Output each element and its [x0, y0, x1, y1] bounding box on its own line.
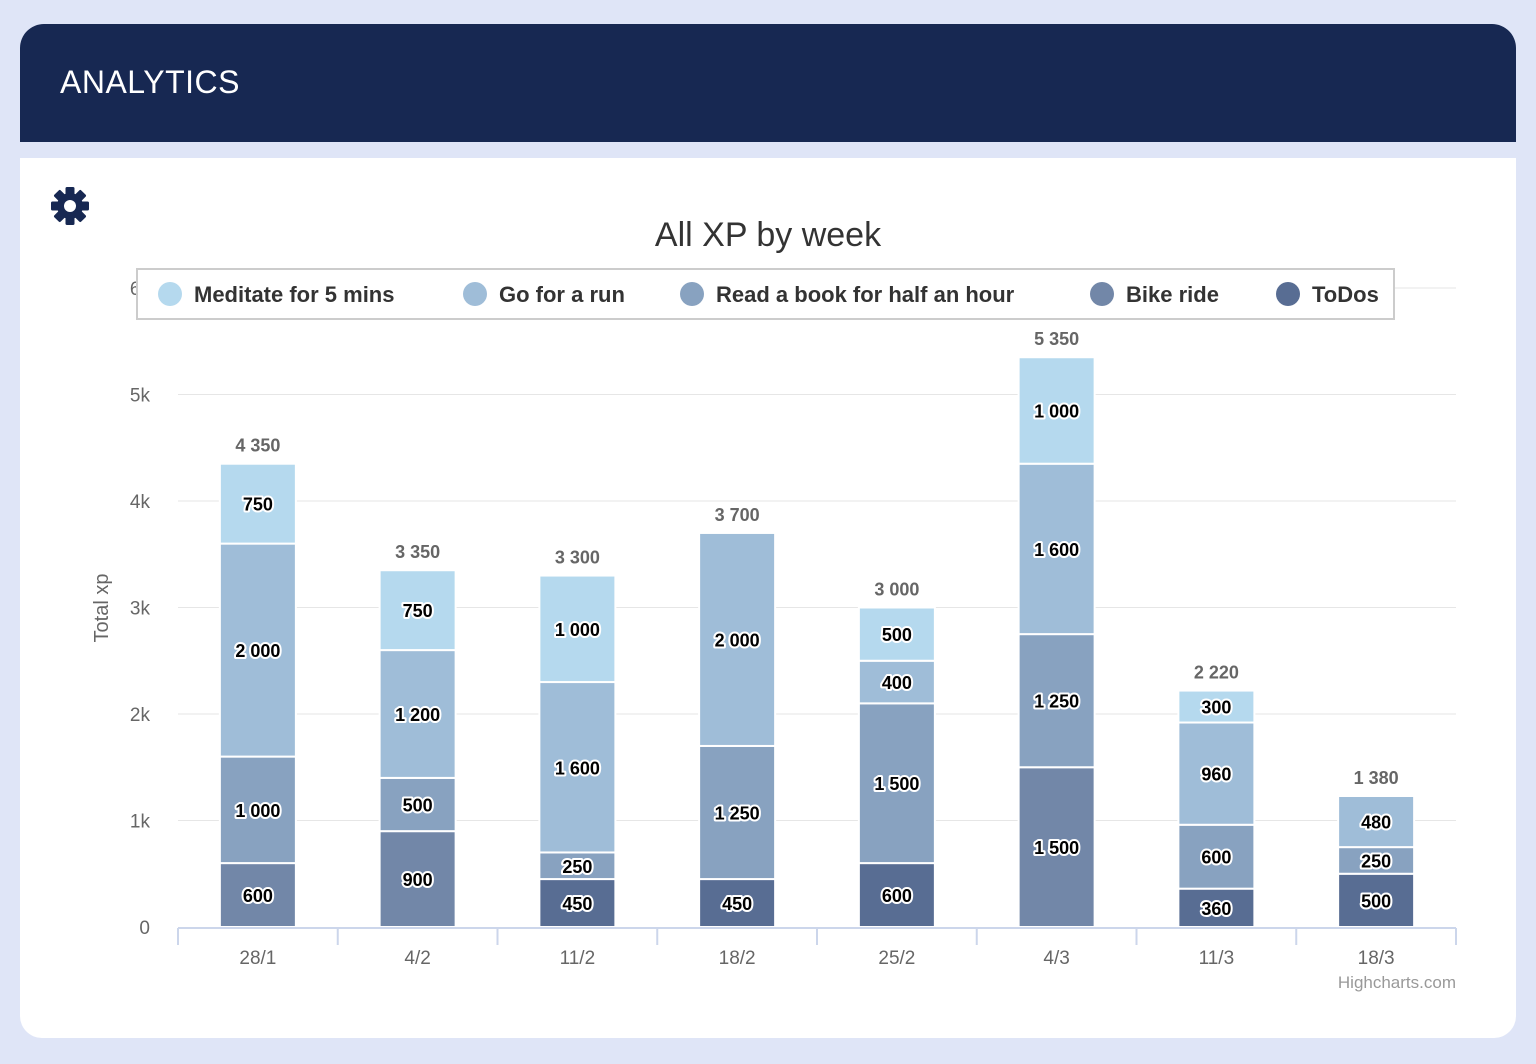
- y-tick-label: 3k: [130, 599, 151, 620]
- data-label: 1 600: [1034, 540, 1079, 560]
- stack-total-label: 3 350: [395, 542, 440, 562]
- y-tick-label: 2k: [130, 705, 151, 726]
- data-label: 600: [882, 886, 912, 906]
- stacked-bar-chart: All XP by week 01k2k3k4k5k6k 6001 0002 0…: [91, 216, 1457, 992]
- stack-total-label: 2 220: [1194, 663, 1239, 683]
- legend-label: Meditate for 5 mins: [194, 282, 394, 307]
- y-tick-label: 4k: [130, 492, 151, 513]
- data-label: 500: [882, 625, 912, 645]
- data-label: 450: [562, 894, 592, 914]
- data-label: 750: [403, 601, 433, 621]
- data-label: 1 250: [715, 804, 760, 824]
- x-tick-label: 18/2: [719, 948, 756, 969]
- y-tick-label: 5k: [130, 386, 151, 407]
- legend-item[interactable]: Bike ride: [1090, 282, 1219, 307]
- legend-label: Read a book for half an hour: [716, 282, 1015, 307]
- data-label: 1 250: [1034, 692, 1079, 712]
- legend-item[interactable]: Read a book for half an hour: [680, 282, 1015, 307]
- highcharts-credit[interactable]: Highcharts.com: [1338, 973, 1456, 992]
- data-label: 600: [1201, 848, 1231, 868]
- y-tick-label: 1k: [130, 812, 151, 833]
- stack-total-label: 4 350: [235, 436, 280, 456]
- data-label: 750: [243, 495, 273, 515]
- data-label: 400: [882, 673, 912, 693]
- data-label: 1 600: [555, 758, 600, 778]
- data-label: 1 200: [395, 705, 440, 725]
- x-tick-label: 28/1: [239, 948, 276, 969]
- stack-total-label: 3 700: [715, 505, 760, 525]
- chart-title: All XP by week: [655, 216, 882, 254]
- x-tick-label: 11/3: [1199, 948, 1235, 969]
- stack-total-label: 5 350: [1034, 329, 1079, 349]
- data-label: 900: [403, 870, 433, 890]
- stack-total-label: 1 380: [1354, 768, 1399, 788]
- data-label: 500: [1361, 891, 1391, 911]
- data-label: 1 500: [874, 774, 919, 794]
- data-label: 2 000: [715, 630, 760, 650]
- data-label: 600: [243, 886, 273, 906]
- data-label: 1 000: [1034, 401, 1079, 421]
- stack-total-label: 3 300: [555, 548, 600, 568]
- legend-label: Go for a run: [499, 282, 625, 307]
- legend-marker: [158, 282, 182, 306]
- x-tick-label: 25/2: [878, 948, 915, 969]
- data-label: 1 500: [1034, 838, 1079, 858]
- chart-card: All XP by week 01k2k3k4k5k6k 6001 0002 0…: [20, 158, 1516, 1038]
- data-label: 450: [722, 894, 752, 914]
- legend-marker: [1276, 282, 1300, 306]
- x-tick-label: 18/3: [1358, 948, 1395, 969]
- data-label: 480: [1361, 813, 1391, 833]
- analytics-header: ANALYTICS: [20, 24, 1516, 142]
- legend-marker: [680, 282, 704, 306]
- legend-item[interactable]: Meditate for 5 mins: [158, 282, 394, 307]
- data-label: 250: [1361, 851, 1391, 871]
- y-tick-label: 0: [139, 918, 150, 939]
- data-label: 360: [1201, 899, 1231, 919]
- legend-item[interactable]: ToDos: [1276, 282, 1379, 307]
- data-label: 1 000: [235, 801, 280, 821]
- legend-marker: [463, 282, 487, 306]
- legend-label: ToDos: [1312, 282, 1379, 307]
- data-label: 960: [1201, 765, 1231, 785]
- x-tick-label: 4/3: [1043, 948, 1069, 969]
- x-tick-label: 4/2: [404, 948, 430, 969]
- data-label: 250: [562, 857, 592, 877]
- y-axis-title: Total xp: [91, 574, 113, 643]
- x-tick-label: 11/2: [560, 948, 596, 969]
- data-label: 2 000: [235, 641, 280, 661]
- data-label: 1 000: [555, 620, 600, 640]
- page-title: ANALYTICS: [60, 64, 240, 100]
- stack-total-label: 3 000: [874, 580, 919, 600]
- legend-label: Bike ride: [1126, 282, 1219, 307]
- data-label: 500: [403, 796, 433, 816]
- legend-marker: [1090, 282, 1114, 306]
- data-label: 300: [1201, 698, 1231, 718]
